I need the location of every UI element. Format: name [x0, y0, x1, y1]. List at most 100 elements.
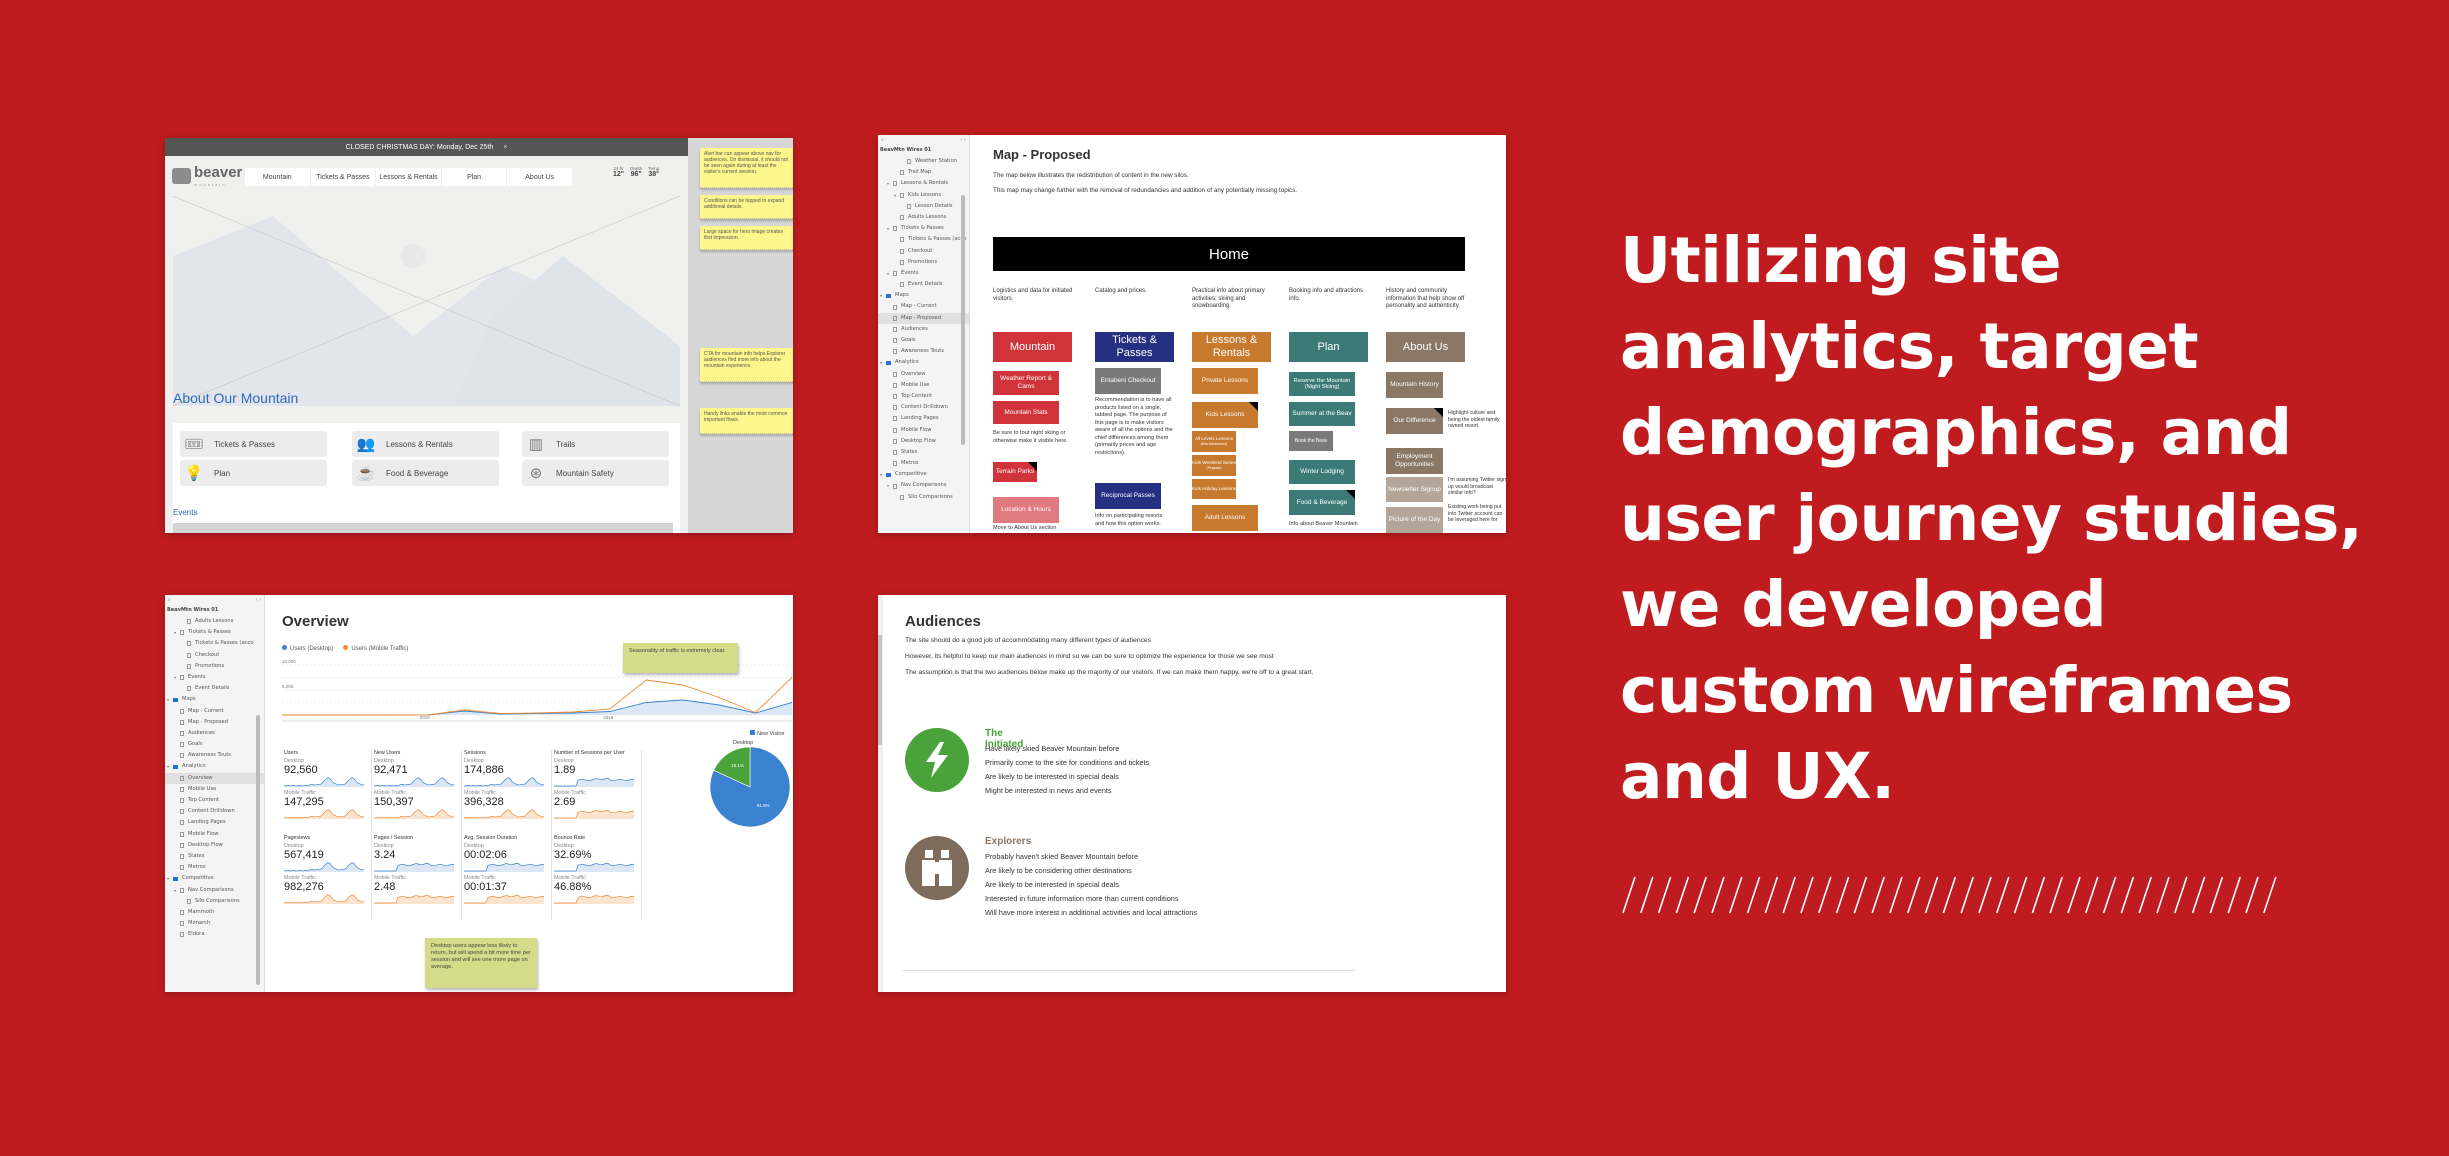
tree-item[interactable]: Lesson Details	[878, 201, 969, 212]
tree-item[interactable]: Mobile Flow	[165, 829, 264, 840]
tree-item[interactable]: Desktop Flow	[878, 436, 969, 447]
tree-item[interactable]: Overview	[165, 772, 264, 784]
search-icon[interactable]: ⌕	[881, 137, 884, 145]
conditions-widget[interactable]: 24 hr 12" Depth 96" Temp 38°	[613, 166, 659, 178]
metric-card[interactable]: Sessions Desktop 174,886 Mobile Traffic 396,…	[462, 750, 552, 835]
tree-item[interactable]: Adults Lessons	[878, 212, 969, 223]
nav-item-lessons[interactable]: Lessons & Rentals	[376, 168, 442, 186]
tree-item[interactable]: Monarch	[165, 918, 264, 929]
tree-item[interactable]: Audiences	[878, 324, 969, 335]
tree-item[interactable]: Top Content	[165, 795, 264, 806]
tree-item[interactable]: ▾ Maps	[165, 694, 264, 705]
node-adult[interactable]: Adult Lessons	[1192, 505, 1258, 531]
tree-item[interactable]: Promotions	[165, 661, 264, 672]
tree-item[interactable]: Event Details	[878, 279, 969, 290]
tree-item[interactable]: ▾ Tickets & Passes	[165, 627, 264, 638]
nav-item-mountain[interactable]: Mountain	[245, 168, 311, 186]
tree-item[interactable]: Silo Comparisons	[878, 492, 969, 503]
tree-item[interactable]: ▾ Events	[165, 672, 264, 683]
quick-link-safety[interactable]: ⊛ Mountain Safety	[522, 460, 669, 486]
node-stats[interactable]: Mountain Stats	[993, 401, 1059, 424]
node-mountain[interactable]: Mountain	[993, 332, 1072, 362]
tree-scrollbar[interactable]	[256, 715, 260, 985]
tree-item[interactable]: ▾ Nav Comparisons	[878, 480, 969, 491]
tree-item[interactable]: Goals	[165, 739, 264, 750]
tree-item[interactable]: Awareness Touts	[165, 750, 264, 761]
tree-item[interactable]: ▾ Kids Lessons	[878, 190, 969, 201]
metric-card[interactable]: New Users Desktop 92,471 Mobile Traffic 150,…	[372, 750, 462, 835]
tree-item[interactable]: ▾ Events	[878, 268, 969, 279]
tree-item[interactable]: Overview	[878, 369, 969, 380]
nav-item-about[interactable]: About Us	[507, 168, 573, 186]
tree-item[interactable]: Weather Station	[878, 156, 969, 167]
node-lessons[interactable]: Lessons & Rentals	[1192, 332, 1271, 362]
tree-item[interactable]: Mobile Use	[878, 380, 969, 391]
nav-arrows-icon[interactable]: ‹ ›	[960, 137, 966, 145]
node-food[interactable]: Food & Beverage	[1289, 490, 1355, 515]
quick-link-plan[interactable]: 💡 Plan	[180, 460, 327, 486]
tree-item[interactable]: ▾ Analytics	[165, 761, 264, 772]
close-icon[interactable]: ×	[503, 144, 507, 151]
tree-scrollbar[interactable]	[961, 195, 965, 445]
tree-item[interactable]: ▾ Competitive	[165, 873, 264, 884]
nav-arrows-icon[interactable]: ‹ ›	[255, 597, 261, 605]
tree-item[interactable]: Map - Proposed	[878, 312, 969, 324]
node-picture[interactable]: Picture of the Day	[1386, 507, 1443, 533]
home-node[interactable]: Home	[993, 237, 1465, 271]
tree-item[interactable]: Promotions	[878, 257, 969, 268]
tree-item[interactable]: Tickets & Passes (acco	[878, 234, 969, 245]
tree-item[interactable]: Mobile Use	[165, 784, 264, 795]
tree-item[interactable]: Silo Comparisons	[165, 896, 264, 907]
tree-item[interactable]: Tickets & Passes (acco	[165, 638, 264, 649]
tree-item[interactable]: Eldora	[165, 929, 264, 940]
nav-item-tickets[interactable]: Tickets & Passes	[311, 168, 377, 186]
tree-item[interactable]: Metros	[165, 862, 264, 873]
node-kids[interactable]: Kids Lessons	[1192, 402, 1258, 428]
scrollbar[interactable]	[878, 635, 882, 745]
quick-link-food[interactable]: ☕ Food & Beverage	[352, 460, 499, 486]
node-lodging[interactable]: Winter Lodging	[1289, 460, 1355, 484]
tree-item[interactable]: Map - Proposed	[165, 717, 264, 728]
search-icon[interactable]: ⌕	[168, 597, 171, 605]
node-all-levels[interactable]: All Levels Lessons (Mtn Adventures)	[1192, 431, 1236, 452]
tree-item[interactable]: Map - Current	[878, 301, 969, 312]
tree-item[interactable]: ▾ Competitive	[878, 469, 969, 480]
tree-item[interactable]: Map - Current	[165, 706, 264, 717]
tree-item[interactable]: Checkout	[878, 246, 969, 257]
tree-item[interactable]: Trail Map	[878, 167, 969, 178]
nav-item-plan[interactable]: Plan	[442, 168, 508, 186]
tree-item[interactable]: Desktop Flow	[165, 840, 264, 851]
tree-item[interactable]: ▾ Maps	[878, 290, 969, 301]
beaver-logo[interactable]: beaver mountain	[172, 164, 242, 187]
metric-card[interactable]: Number of Sessions per User Desktop 1.89 Mo…	[552, 750, 642, 835]
tree-item[interactable]: Content Drilldown	[165, 806, 264, 817]
tree-item[interactable]: Adults Lessons	[165, 616, 264, 627]
tree-item[interactable]: Checkout	[165, 650, 264, 661]
node-difference[interactable]: Our Difference	[1386, 408, 1443, 434]
node-tickets[interactable]: Tickets & Passes	[1095, 332, 1174, 362]
node-history[interactable]: Mountain History	[1386, 372, 1443, 398]
tree-item[interactable]: ▾ Tickets & Passes	[878, 223, 969, 234]
metric-card[interactable]: Avg. Session Duration Desktop 00:02:06 Mobi…	[462, 835, 552, 920]
metric-card[interactable]: Pageviews Desktop 567,419 Mobile Traffic 982…	[282, 835, 372, 920]
tree-item[interactable]: Top Content	[878, 391, 969, 402]
tree-item[interactable]: Mobile Flow	[878, 425, 969, 436]
node-book[interactable]: Book the Beav	[1289, 431, 1333, 451]
tree-item[interactable]: Audiences	[165, 728, 264, 739]
node-summer[interactable]: Summer at the Beav	[1289, 402, 1355, 426]
tree-item[interactable]: Mammoth	[165, 907, 264, 918]
metric-card[interactable]: Pages / Session Desktop 3.24 Mobile Traffic…	[372, 835, 462, 920]
metric-card[interactable]: Bounce Rate Desktop 32.69% Mobile Traffic 46…	[552, 835, 642, 920]
events-heading[interactable]: Events	[173, 508, 197, 517]
tree-item[interactable]: Goals	[878, 335, 969, 346]
tree-item[interactable]: ▾ Analytics	[878, 357, 969, 368]
node-newsletter[interactable]: Newsletter Signup	[1386, 477, 1443, 502]
node-terrain[interactable]: Terrain Parks	[993, 462, 1037, 482]
tree-item[interactable]: ▾ Nav Comparisons	[165, 885, 264, 896]
quick-link-trails[interactable]: ▥ Trails	[522, 431, 669, 457]
node-employment[interactable]: Employment Opportunities	[1386, 448, 1443, 474]
tree-item[interactable]: Landing Pages	[165, 817, 264, 828]
node-reciprocal[interactable]: Reciprocal Passes	[1095, 483, 1161, 509]
node-location[interactable]: Location & Hours	[993, 497, 1059, 523]
tree-item[interactable]: Metros	[878, 458, 969, 469]
